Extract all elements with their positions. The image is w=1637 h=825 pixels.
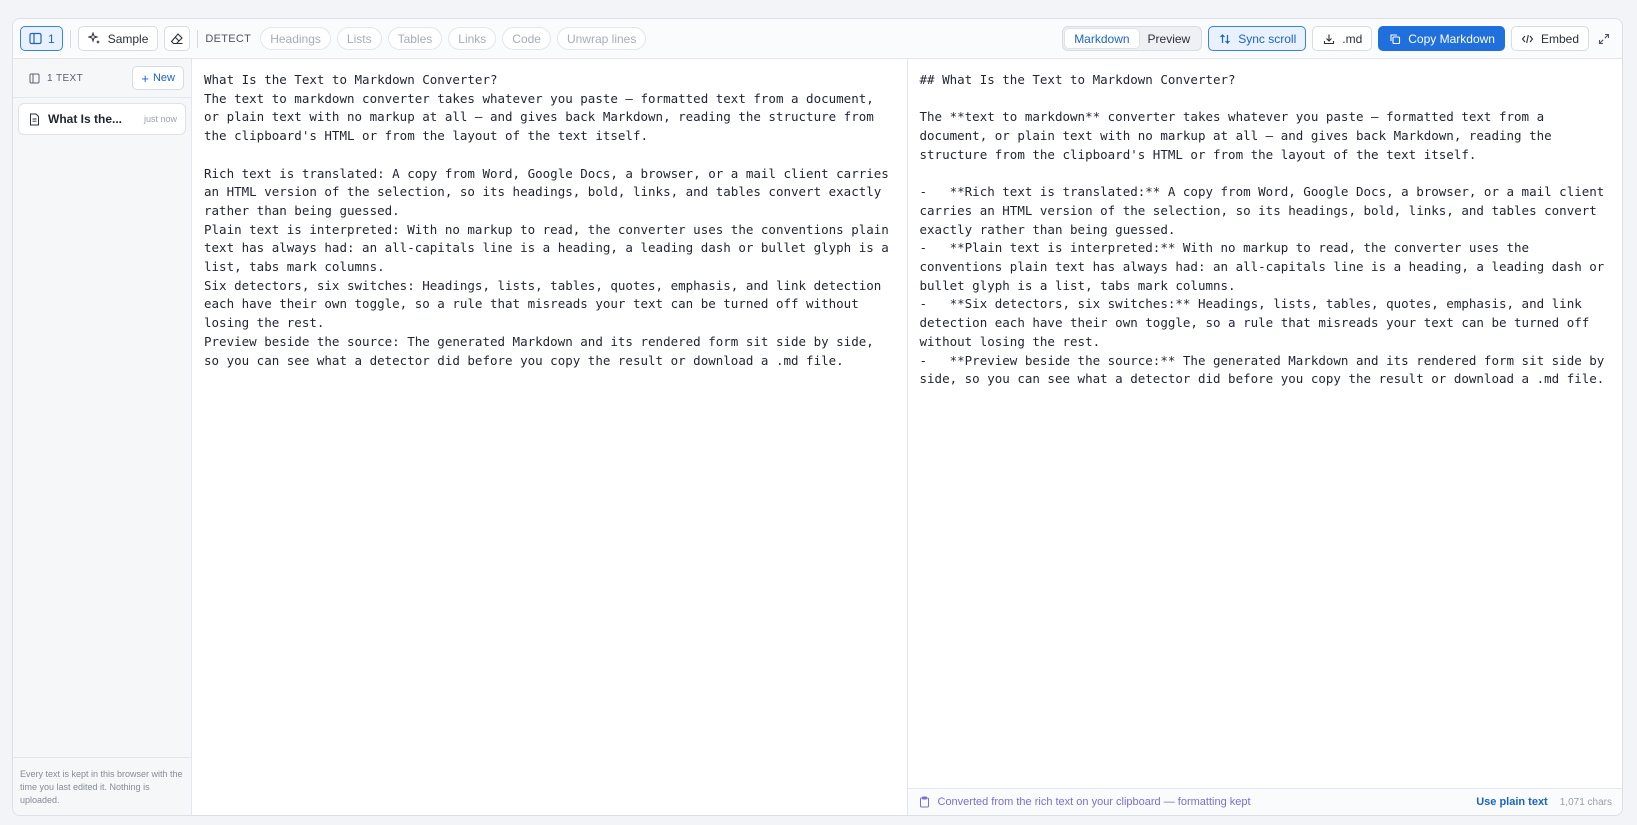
- clipboard-icon: [918, 795, 932, 809]
- sidebar-toggle-count: 1: [48, 31, 55, 46]
- source-line: Rich text is translated: A copy from Wor…: [204, 165, 897, 218]
- output-line: - **Six detectors, six switches:** Headi…: [919, 296, 1597, 349]
- sidebar-panel-icon: [28, 32, 42, 46]
- sync-scroll-label: Sync scroll: [1238, 31, 1297, 46]
- text-item-time: just now: [143, 114, 177, 124]
- fullscreen-icon[interactable]: [1597, 32, 1611, 46]
- view-mode-markdown[interactable]: Markdown: [1065, 29, 1139, 48]
- plus-icon: +: [141, 70, 149, 86]
- embed-label: Embed: [1540, 31, 1579, 46]
- toolbar-divider: [69, 29, 71, 48]
- sidebar-toggle-button[interactable]: 1: [20, 26, 63, 51]
- output-line: - **Plain text is interpreted:** With no…: [919, 240, 1612, 293]
- output-line: - **Preview beside the source:** The gen…: [919, 352, 1612, 387]
- output-line: The **text to markdown** converter takes…: [919, 109, 1560, 162]
- detector-headings[interactable]: Headings: [260, 27, 331, 50]
- source-text-content[interactable]: What Is the Text to Markdown Converter? …: [192, 59, 907, 370]
- detector-unwrap-lines[interactable]: Unwrap lines: [556, 27, 647, 50]
- output-line: - **Rich text is translated:** A copy fr…: [919, 184, 1612, 237]
- text-list-item[interactable]: What Is the... just now: [18, 103, 186, 135]
- download-icon: [1322, 32, 1336, 46]
- embed-button[interactable]: Embed: [1510, 26, 1589, 51]
- sidebar: 1 TEXT + New What Is the... just now Eve…: [13, 59, 192, 815]
- markdown-output[interactable]: ## What Is the Text to Markdown Converte…: [907, 59, 1623, 815]
- sparkles-icon: [88, 32, 102, 46]
- app-window: 1 Sample DETECT Headings Lists Tables Li…: [12, 18, 1623, 816]
- download-md-button[interactable]: .md: [1312, 26, 1373, 51]
- conversion-status-note: Converted from the rich text on your cli…: [937, 796, 1251, 808]
- sort-arrows-icon: [1218, 32, 1232, 46]
- view-mode-preview[interactable]: Preview: [1139, 29, 1200, 48]
- output-status-bar: Converted from the rich text on your cli…: [907, 788, 1622, 815]
- sample-label: Sample: [107, 31, 149, 46]
- text-item-title: What Is the...: [48, 112, 123, 126]
- detector-lists[interactable]: Lists: [336, 27, 382, 50]
- download-label: .md: [1342, 31, 1363, 46]
- sidebar-header: 1 TEXT + New: [13, 59, 191, 97]
- source-line: What Is the Text to Markdown Converter?: [204, 72, 498, 87]
- text-count-label: 1 TEXT: [47, 72, 84, 84]
- text-count: 1 TEXT: [27, 71, 83, 85]
- output-line: ## What Is the Text to Markdown Converte…: [919, 72, 1236, 87]
- sync-scroll-toggle[interactable]: Sync scroll: [1208, 26, 1307, 51]
- detector-code[interactable]: Code: [502, 27, 551, 50]
- code-brackets-icon: [1521, 32, 1535, 46]
- char-count: 1,071 chars: [1559, 796, 1612, 808]
- eraser-icon: [170, 32, 184, 46]
- copy-markdown-button[interactable]: Copy Markdown: [1378, 26, 1505, 51]
- detector-tables[interactable]: Tables: [387, 27, 443, 50]
- new-label: New: [152, 72, 175, 84]
- workspace: 1 TEXT + New What Is the... just now Eve…: [13, 59, 1622, 815]
- toolbar: 1 Sample DETECT Headings Lists Tables Li…: [13, 19, 1622, 59]
- source-line: Plain text is interpreted: With no marku…: [204, 221, 897, 275]
- document-icon: [27, 112, 41, 126]
- use-plain-text-link[interactable]: Use plain text: [1476, 796, 1548, 808]
- toolbar-divider: [197, 29, 199, 48]
- source-line: Six detectors, six switches: Headings, l…: [204, 277, 889, 331]
- new-text-button[interactable]: + New: [132, 66, 184, 90]
- sidebar-panel-icon: [27, 71, 41, 85]
- clear-button[interactable]: [164, 26, 191, 51]
- detector-links[interactable]: Links: [448, 27, 497, 50]
- copy-icon: [1388, 32, 1402, 46]
- source-text-editor[interactable]: What Is the Text to Markdown Converter? …: [192, 59, 908, 815]
- markdown-output-content[interactable]: ## What Is the Text to Markdown Converte…: [908, 59, 1623, 389]
- copy-markdown-label: Copy Markdown: [1408, 31, 1495, 46]
- detect-label: DETECT: [205, 32, 252, 45]
- sample-button[interactable]: Sample: [77, 26, 159, 51]
- sidebar-footer-note: Every text is kept in this browser with …: [13, 757, 191, 815]
- source-line: Preview beside the source: The generated…: [204, 333, 882, 368]
- view-mode-switch: Markdown Preview: [1062, 26, 1203, 51]
- source-line: The text to markdown converter takes wha…: [204, 90, 882, 144]
